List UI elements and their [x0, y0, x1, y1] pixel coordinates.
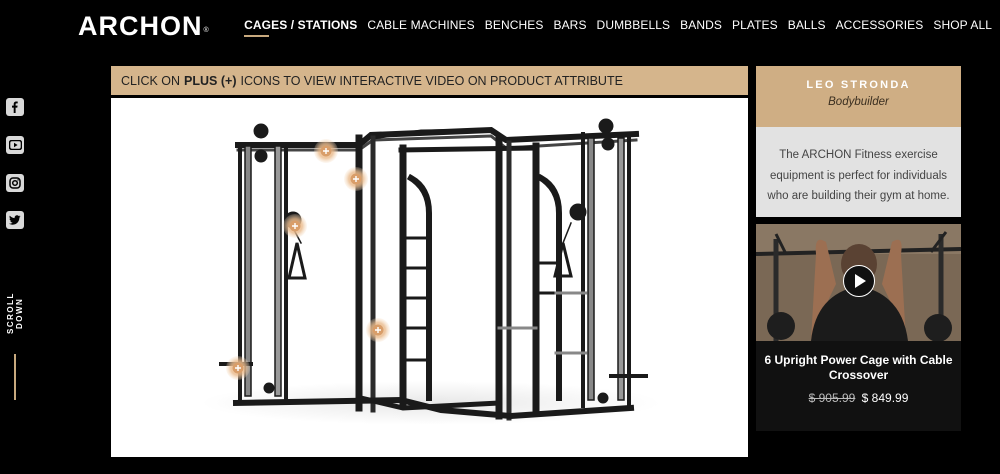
nav-item-dumbbells[interactable]: DUMBBELLS	[597, 18, 671, 32]
hotspot-plus-upper-pulley[interactable]	[344, 167, 368, 191]
power-cage-illustration	[201, 118, 661, 425]
nav-item-benches[interactable]: BENCHES	[485, 18, 544, 32]
old-price: $ 905.99	[808, 391, 856, 405]
hotspot-plus-cable-handle[interactable]	[283, 214, 307, 238]
testimonial-role: Bodybuilder	[828, 96, 889, 108]
hotspot-plus-weight-horn[interactable]	[226, 356, 250, 380]
nav-item-plates[interactable]: PLATES	[732, 18, 778, 32]
scroll-down-indicator[interactable]: SCROLL DOWN	[4, 278, 26, 403]
banner-prefix: CLICK ON	[121, 73, 181, 88]
product-image-stage	[111, 98, 748, 457]
nav-item-bands[interactable]: BANDS	[680, 18, 722, 32]
facebook-icon[interactable]	[6, 98, 24, 116]
logo-text: ARCHON	[78, 11, 203, 41]
nav-item-cable-machines[interactable]: CABLE MACHINES	[367, 18, 474, 32]
instruction-banner: CLICK ON PLUS (+) ICONS TO VIEW INTERACT…	[111, 66, 748, 95]
video-thumbnail[interactable]	[756, 224, 961, 341]
banner-emphasis: PLUS (+)	[184, 73, 237, 88]
current-price: $ 849.99	[861, 391, 909, 405]
product-video-card[interactable]: 6 Upright Power Cage with Cable Crossove…	[756, 224, 961, 431]
nav-item-bars[interactable]: BARS	[553, 18, 586, 32]
nav-item-balls[interactable]: BALLS	[788, 18, 826, 32]
registered-mark: ®	[203, 27, 210, 34]
archon-logo[interactable]: ARCHON®	[78, 11, 210, 42]
banner-suffix: ICONS TO VIEW INTERACTIVE VIDEO ON PRODU…	[240, 73, 623, 88]
hotspot-plus-top-bar[interactable]	[314, 139, 338, 163]
youtube-icon[interactable]	[6, 136, 24, 154]
twitter-icon[interactable]	[6, 211, 24, 229]
testimonial-name: LEO STRONDA	[806, 79, 911, 91]
nav-item-accessories[interactable]: ACCESSORIES	[836, 18, 924, 32]
scroll-down-label: SCROLL DOWN	[6, 292, 24, 334]
video-product-title[interactable]: 6 Upright Power Cage with Cable Crossove…	[756, 353, 961, 383]
testimonial-card: LEO STRONDA Bodybuilder The ARCHON Fitne…	[756, 66, 961, 217]
main-nav: CAGES / STATIONS CABLE MACHINES BENCHES …	[234, 18, 992, 37]
video-product-price: $ 905.99 $ 849.99	[756, 391, 961, 405]
scroll-down-line	[14, 354, 16, 400]
nav-item-shop-all[interactable]: SHOP ALL	[933, 18, 992, 32]
instagram-icon[interactable]	[6, 174, 24, 192]
hotspot-plus-j-hook[interactable]	[366, 318, 390, 342]
testimonial-header: LEO STRONDA Bodybuilder	[756, 66, 961, 127]
nav-item-cages-stations[interactable]: CAGES / STATIONS	[244, 18, 357, 37]
testimonial-quote: The ARCHON Fitness exercise equipment is…	[767, 149, 950, 202]
play-video-button[interactable]	[843, 265, 875, 297]
